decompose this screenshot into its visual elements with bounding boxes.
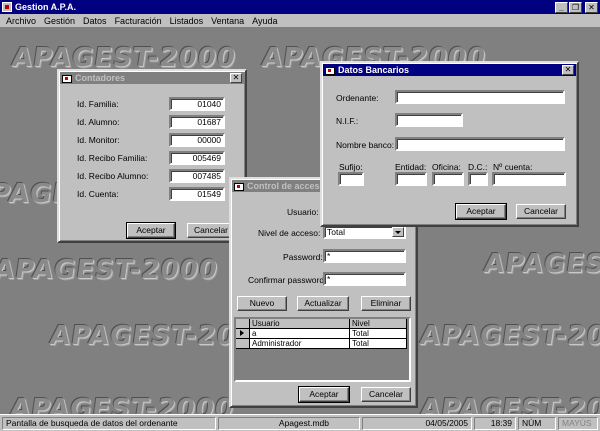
cell-usuario[interactable]: Administrador <box>250 339 350 349</box>
confirm-password-label: Confirmar password: <box>248 275 327 285</box>
close-icon[interactable]: ✕ <box>230 73 242 83</box>
id-familia-label: Id. Familia: <box>77 99 119 109</box>
table-row[interactable]: a Total <box>236 329 407 339</box>
form-icon <box>325 66 335 75</box>
nombre-banco-field[interactable] <box>395 137 565 151</box>
status-bar: Pantalla de busqueda de datos del ordena… <box>0 414 600 431</box>
menu-ventana[interactable]: Ventana <box>207 16 248 26</box>
dc-field[interactable] <box>468 172 488 186</box>
ordenante-label: Ordenante: <box>336 93 379 103</box>
status-num-lock: NÚM <box>518 417 556 430</box>
cuenta-field[interactable] <box>492 172 566 186</box>
nif-label: N.I.F.: <box>336 116 359 126</box>
app-title: Gestion A.P.A. <box>15 2 77 12</box>
datos-bancarios-title: Datos Bancarios <box>338 65 410 75</box>
oficina-label: Oficina: <box>432 162 461 172</box>
users-grid[interactable]: Usuario Nivel a Total Administrador Tota… <box>234 317 411 382</box>
nivel-value: Total <box>327 227 345 237</box>
dc-label: D.C.: <box>468 162 488 172</box>
id-recibo-alumno-field[interactable]: 007485 <box>169 169 225 183</box>
entidad-label: Entidad: <box>395 162 427 172</box>
id-monitor-label: Id. Monitor: <box>77 135 120 145</box>
menu-archivo[interactable]: Archivo <box>2 16 40 26</box>
ordenante-field[interactable] <box>395 90 565 104</box>
oficina-field[interactable] <box>432 172 464 186</box>
contadores-accept-button[interactable]: Aceptar <box>126 222 176 239</box>
contadores-cancel-button[interactable]: Cancelar <box>187 223 235 238</box>
nivel-label: Nivel de acceso: <box>258 228 321 238</box>
status-time: 18:39 <box>474 417 516 430</box>
contadores-window: Contadores ✕ Id. Familia: 01040 Id. Alum… <box>57 69 247 243</box>
status-date: 04/05/2005 <box>362 417 472 430</box>
id-cuenta-field[interactable]: 01549 <box>169 187 225 201</box>
password-label: Password: <box>283 252 323 262</box>
actualizar-button[interactable]: Actualizar <box>297 296 349 311</box>
current-row-indicator-icon <box>236 329 250 339</box>
acceso-cancel-button[interactable]: Cancelar <box>361 387 411 402</box>
watermark: APAGEST-2000 <box>481 249 600 279</box>
menu-ayuda[interactable]: Ayuda <box>248 16 281 26</box>
acceso-accept-button[interactable]: Aceptar <box>298 386 350 403</box>
id-alumno-field[interactable]: 01687 <box>169 115 225 129</box>
menu-listados[interactable]: Listados <box>166 16 208 26</box>
column-header-nivel[interactable]: Nivel <box>350 319 407 329</box>
usuario-label: Usuario: <box>287 207 319 217</box>
status-message: Pantalla de busqueda de datos del ordena… <box>2 417 216 430</box>
cell-nivel[interactable]: Total <box>350 339 407 349</box>
column-header-usuario[interactable]: Usuario <box>250 319 350 329</box>
menu-bar: Archivo Gestión Datos Facturación Listad… <box>0 14 600 28</box>
contadores-title-bar[interactable]: Contadores ✕ <box>60 72 244 84</box>
datos-bancarios-window: Datos Bancarios ✕ Ordenante: N.I.F.: Nom… <box>320 61 579 227</box>
nif-field[interactable] <box>395 113 463 127</box>
menu-gestion[interactable]: Gestión <box>40 16 79 26</box>
menu-facturacion[interactable]: Facturación <box>111 16 166 26</box>
status-caps-lock: MAYÚS <box>558 417 598 430</box>
nombre-banco-label: Nombre banco: <box>336 140 395 150</box>
close-button[interactable]: ✕ <box>585 1 598 13</box>
row-indicator <box>236 339 250 349</box>
id-monitor-field[interactable]: 00000 <box>169 133 225 147</box>
sufijo-field[interactable] <box>338 172 364 186</box>
entidad-field[interactable] <box>395 172 427 186</box>
nuevo-button[interactable]: Nuevo <box>237 296 287 311</box>
banco-accept-button[interactable]: Aceptar <box>455 203 507 220</box>
nivel-select[interactable]: Total <box>323 225 406 239</box>
password-field[interactable]: * <box>323 249 406 263</box>
sufijo-label: Sufijo: <box>339 162 363 172</box>
id-recibo-alumno-label: Id. Recibo Alumno: <box>77 171 149 181</box>
restore-button[interactable]: ❐ <box>569 1 582 13</box>
id-familia-field[interactable]: 01040 <box>169 97 225 111</box>
form-icon <box>234 182 244 191</box>
app-icon[interactable] <box>2 2 12 12</box>
close-icon[interactable]: ✕ <box>562 65 574 75</box>
watermark: APAGEST-2000 <box>417 394 600 414</box>
watermark: APAGEST-2000 <box>417 321 600 351</box>
table-row[interactable]: Administrador Total <box>236 339 407 349</box>
grid-header-row: Usuario Nivel <box>236 319 407 329</box>
id-recibo-familia-field[interactable]: 005469 <box>169 151 225 165</box>
grid-corner <box>236 319 250 329</box>
cell-usuario[interactable]: a <box>250 329 350 339</box>
menu-datos[interactable]: Datos <box>79 16 111 26</box>
id-alumno-label: Id. Alumno: <box>77 117 120 127</box>
cuenta-label: Nº cuenta: <box>493 162 533 172</box>
confirm-password-field[interactable]: * <box>323 272 406 286</box>
banco-cancel-button[interactable]: Cancelar <box>516 204 566 219</box>
app-title-bar: Gestion A.P.A. _ ❐ ✕ <box>0 0 600 14</box>
watermark: APAGEST-2000 <box>7 394 236 414</box>
id-cuenta-label: Id. Cuenta: <box>77 189 119 199</box>
id-recibo-familia-label: Id. Recibo Familia: <box>77 153 148 163</box>
datos-bancarios-title-bar[interactable]: Datos Bancarios ✕ <box>323 64 576 76</box>
status-database-file: Apagest.mdb <box>218 417 360 430</box>
form-icon <box>62 74 72 83</box>
watermark: APAGEST-2000 <box>0 255 220 285</box>
contadores-title: Contadores <box>75 73 126 83</box>
chevron-down-icon[interactable] <box>392 227 404 237</box>
acceso-title: Control de acceso <box>247 181 326 191</box>
cell-nivel[interactable]: Total <box>350 329 407 339</box>
eliminar-button[interactable]: Eliminar <box>361 296 411 311</box>
minimize-button[interactable]: _ <box>555 1 568 13</box>
